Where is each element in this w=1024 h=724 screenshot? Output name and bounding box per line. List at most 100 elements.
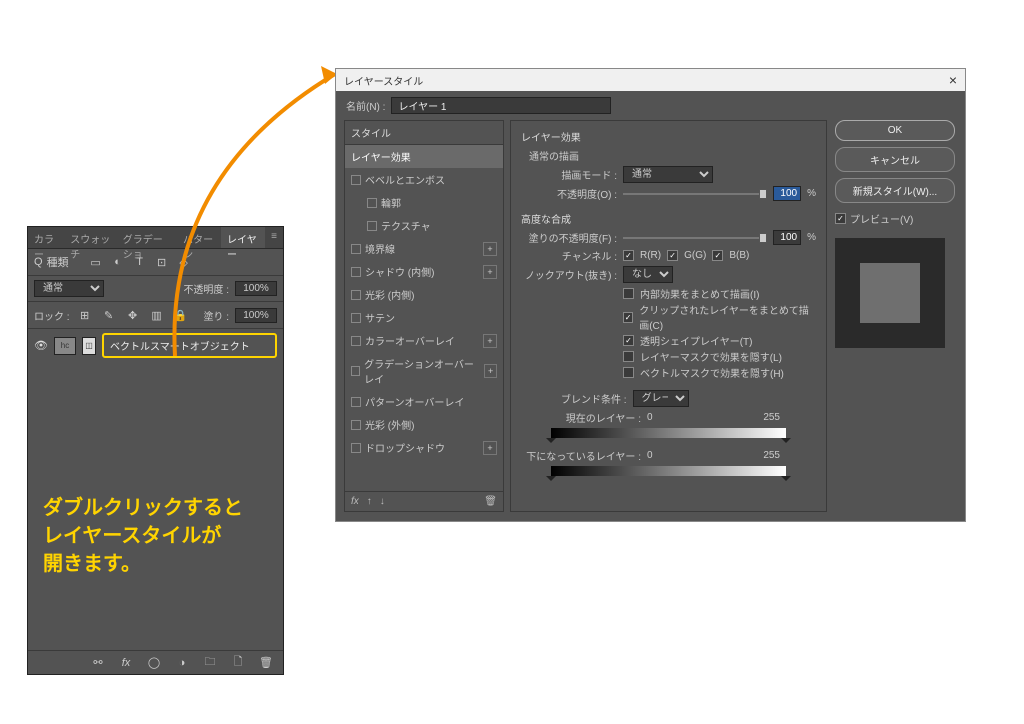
style-add-icon[interactable]: + [483,265,497,279]
channel-b-checkbox[interactable] [712,250,723,261]
opacity-slider[interactable] [623,189,767,199]
style-item-2[interactable]: 輪郭 [345,191,503,214]
tab-pattern[interactable]: パターン [177,227,221,248]
style-checkbox[interactable] [351,397,361,407]
blend-mode-dropdown[interactable]: 通常 [623,166,713,183]
fx-trash-icon[interactable]: 🗑 [484,496,497,507]
mask-icon[interactable]: ◯ [145,654,163,672]
ok-button[interactable]: OK [835,120,955,141]
style-checkbox[interactable] [351,175,361,185]
style-item-12[interactable]: ドロップシャドウ+ [345,436,503,459]
style-item-1[interactable]: ベベルとエンボス [345,168,503,191]
opacity-input[interactable] [773,186,801,201]
style-checkbox[interactable] [351,336,361,346]
dialog-buttons: OK キャンセル 新規スタイル(W)... プレビュー(V) [833,120,957,512]
style-label: テクスチャ [381,218,431,233]
style-item-8[interactable]: カラーオーバーレイ + [345,329,503,352]
style-item-4[interactable]: 境界線+ [345,237,503,260]
tab-swatch[interactable]: スウォッチ [64,227,116,248]
fx-footer-icon[interactable]: fx [351,496,359,507]
knockout-dropdown[interactable]: なし [623,266,673,283]
lock-move-icon[interactable]: ✥ [124,306,142,324]
style-add-icon[interactable]: + [483,242,497,256]
adv-check-1[interactable] [623,312,633,323]
folder-icon[interactable]: 🗀 [201,654,219,672]
new-layer-icon[interactable]: 🗋 [229,654,247,672]
style-item-6[interactable]: 光彩 (内側) [345,283,503,306]
blend-mode-select[interactable]: 通常 [34,280,104,297]
tab-gradient[interactable]: グラデーショ [117,227,177,248]
style-checkbox[interactable] [367,198,377,208]
section-advanced: 高度な合成 [521,211,816,226]
filter-image-icon[interactable]: ▭ [87,253,105,271]
this-layer-low: 0 [647,412,653,423]
style-item-10[interactable]: パターンオーバーレイ [345,390,503,413]
panel-menu-icon[interactable]: ≡ [265,227,283,248]
channel-g-checkbox[interactable] [667,250,678,261]
visibility-icon[interactable]: 👁 [34,339,48,353]
filter-type-icon[interactable]: T [131,253,149,271]
adv-check-3[interactable] [623,351,634,362]
tab-color[interactable]: カラー [28,227,64,248]
layer-row[interactable]: 👁 hc ◫ ベクトルスマートオブジェクト [28,329,283,362]
layers-panel: カラー スウォッチ グラデーショ パターン レイヤー ≡ Q 種類 ▭ ◐ T … [27,226,284,675]
style-label: カラーオーバーレイ [365,333,455,348]
style-add-icon[interactable]: + [483,334,497,348]
style-item-3[interactable]: テクスチャ [345,214,503,237]
style-checkbox[interactable] [351,290,361,300]
fill-value[interactable]: 100% [235,308,277,323]
panel-bottom-toolbar: ⚯ fx ◯ ◑ 🗀 🗋 🗑 [28,650,283,674]
blendif-dropdown[interactable]: グレー [633,390,689,407]
fx-up-icon[interactable]: ↑ [367,496,372,507]
style-item-0[interactable]: レイヤー効果 [345,145,503,168]
fx-icon[interactable]: fx [117,654,135,672]
cancel-button[interactable]: キャンセル [835,147,955,172]
adv-check-2[interactable] [623,335,634,346]
this-layer-gradient[interactable] [551,428,786,438]
filter-adjust-icon[interactable]: ◐ [109,253,127,271]
style-checkbox[interactable] [351,313,361,323]
lock-pixels-icon[interactable]: ⊞ [76,306,94,324]
style-checkbox[interactable] [351,443,361,453]
style-item-5[interactable]: シャドウ (内側)+ [345,260,503,283]
style-item-9[interactable]: グラデーションオーバーレイ + [345,352,503,390]
adv-check-label-2: 透明シェイプレイヤー(T) [640,333,752,348]
under-layer-gradient[interactable] [551,466,786,476]
layer-name[interactable]: ベクトルスマートオブジェクト [102,333,277,358]
style-checkbox[interactable] [351,244,361,254]
style-checkbox[interactable] [351,420,361,430]
new-style-button[interactable]: 新規スタイル(W)... [835,178,955,203]
style-item-11[interactable]: 光彩 (外側) [345,413,503,436]
fill-opacity-slider[interactable] [623,233,767,243]
percent-label-2: % [807,232,816,243]
name-label: 名前(N) : [346,98,385,113]
style-checkbox[interactable] [351,267,361,277]
tab-layers[interactable]: レイヤー [221,227,265,248]
filter-crop-icon[interactable]: ⊡ [153,253,171,271]
style-checkbox[interactable] [351,366,360,376]
trash-icon[interactable]: 🗑 [257,654,275,672]
filter-shape-icon[interactable]: ◇ [175,253,193,271]
adjustment-icon[interactable]: ◑ [173,654,191,672]
fill-opacity-input[interactable] [773,230,801,245]
link-icon[interactable]: ⚯ [89,654,107,672]
name-input[interactable] [391,97,611,114]
preview-checkbox[interactable] [835,213,846,224]
close-icon[interactable]: × [949,72,957,88]
channel-r-checkbox[interactable] [623,250,634,261]
lock-all-icon[interactable]: 🔒 [172,306,190,324]
style-item-7[interactable]: サテン [345,306,503,329]
style-checkbox[interactable] [367,221,377,231]
fx-down-icon[interactable]: ↓ [380,496,385,507]
channel-b-label: B(B) [729,250,749,261]
adv-check-0[interactable] [623,288,634,299]
style-add-icon[interactable]: + [484,364,497,378]
style-label: パターンオーバーレイ [365,394,464,409]
style-label: グラデーションオーバーレイ [364,356,480,386]
opacity-value[interactable]: 100% [235,281,277,296]
lock-artboard-icon[interactable]: ▥ [148,306,166,324]
search-kind-label: 種類 [47,254,69,270]
lock-brush-icon[interactable]: ✎ [100,306,118,324]
adv-check-4[interactable] [623,367,634,378]
style-add-icon[interactable]: + [483,441,497,455]
